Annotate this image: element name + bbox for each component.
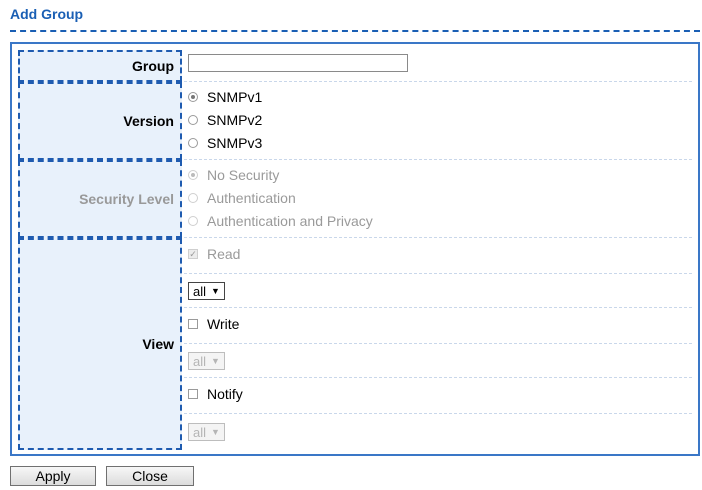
radio-button-icon xyxy=(188,193,198,203)
version-option-label: SNMPv2 xyxy=(207,112,263,128)
group-label: Group xyxy=(18,50,182,82)
version-option-label: SNMPv3 xyxy=(207,135,263,151)
version-option-snmpv3[interactable]: SNMPv3 xyxy=(188,134,262,152)
view-write-cell: Write xyxy=(184,308,692,344)
version-option-snmpv1[interactable]: SNMPv1 xyxy=(188,88,262,106)
notify-checkbox-option[interactable]: Notify xyxy=(188,385,243,403)
radio-button-icon[interactable] xyxy=(188,92,198,102)
security-level-label: Security Level xyxy=(18,160,182,238)
apply-button[interactable]: Apply xyxy=(10,466,96,486)
chevron-down-icon: ▼ xyxy=(211,427,220,437)
security-option-authentication: Authentication xyxy=(188,189,296,207)
write-checkbox-option[interactable]: Write xyxy=(188,315,239,333)
checkbox-icon[interactable] xyxy=(188,319,198,329)
notify-view-select: all ▼ xyxy=(188,423,225,441)
version-option-label: SNMPv1 xyxy=(207,89,263,105)
write-view-select-value: all xyxy=(193,353,207,369)
close-button[interactable]: Close xyxy=(106,466,194,486)
security-option-no-security: No Security xyxy=(188,166,279,184)
view-notify-select-cell: all ▼ xyxy=(184,414,692,450)
read-checkbox-option: ✓ Read xyxy=(188,245,240,263)
radio-button-icon xyxy=(188,216,198,226)
security-option-auth-privacy: Authentication and Privacy xyxy=(188,212,373,230)
page-title: Add Group xyxy=(10,6,84,22)
add-group-form: Group Version SNMPv1 SNMPv2 SNMPv3 Secur… xyxy=(10,42,700,456)
version-label: Version xyxy=(18,82,182,160)
read-view-select[interactable]: all ▼ xyxy=(188,282,225,300)
group-value-cell xyxy=(184,50,692,82)
checkbox-checked-icon: ✓ xyxy=(188,248,198,259)
security-level-value-cell: No Security Authentication Authenticatio… xyxy=(184,160,692,238)
view-label: View xyxy=(18,238,182,450)
radio-button-icon xyxy=(188,170,198,180)
write-view-select: all ▼ xyxy=(188,352,225,370)
view-notify-cell: Notify xyxy=(184,378,692,414)
group-name-input[interactable] xyxy=(188,54,408,72)
security-option-label: No Security xyxy=(207,167,280,183)
radio-button-icon[interactable] xyxy=(188,138,198,148)
notify-view-select-value: all xyxy=(193,424,207,440)
read-view-select-value: all xyxy=(193,283,207,299)
version-value-cell: SNMPv1 SNMPv2 SNMPv3 xyxy=(184,82,692,160)
radio-button-icon[interactable] xyxy=(188,115,198,125)
security-option-label: Authentication xyxy=(207,190,296,206)
notify-checkbox-label: Notify xyxy=(207,386,243,402)
write-checkbox-label: Write xyxy=(207,316,240,332)
title-divider xyxy=(10,30,700,32)
version-option-snmpv2[interactable]: SNMPv2 xyxy=(188,111,262,129)
view-read-cell: ✓ Read xyxy=(184,238,692,274)
checkbox-icon[interactable] xyxy=(188,389,198,399)
view-read-select-cell: all ▼ xyxy=(184,274,692,308)
view-write-select-cell: all ▼ xyxy=(184,344,692,378)
chevron-down-icon: ▼ xyxy=(211,286,220,296)
security-option-label: Authentication and Privacy xyxy=(207,213,373,229)
chevron-down-icon: ▼ xyxy=(211,356,220,366)
read-checkbox-label: Read xyxy=(207,246,241,262)
